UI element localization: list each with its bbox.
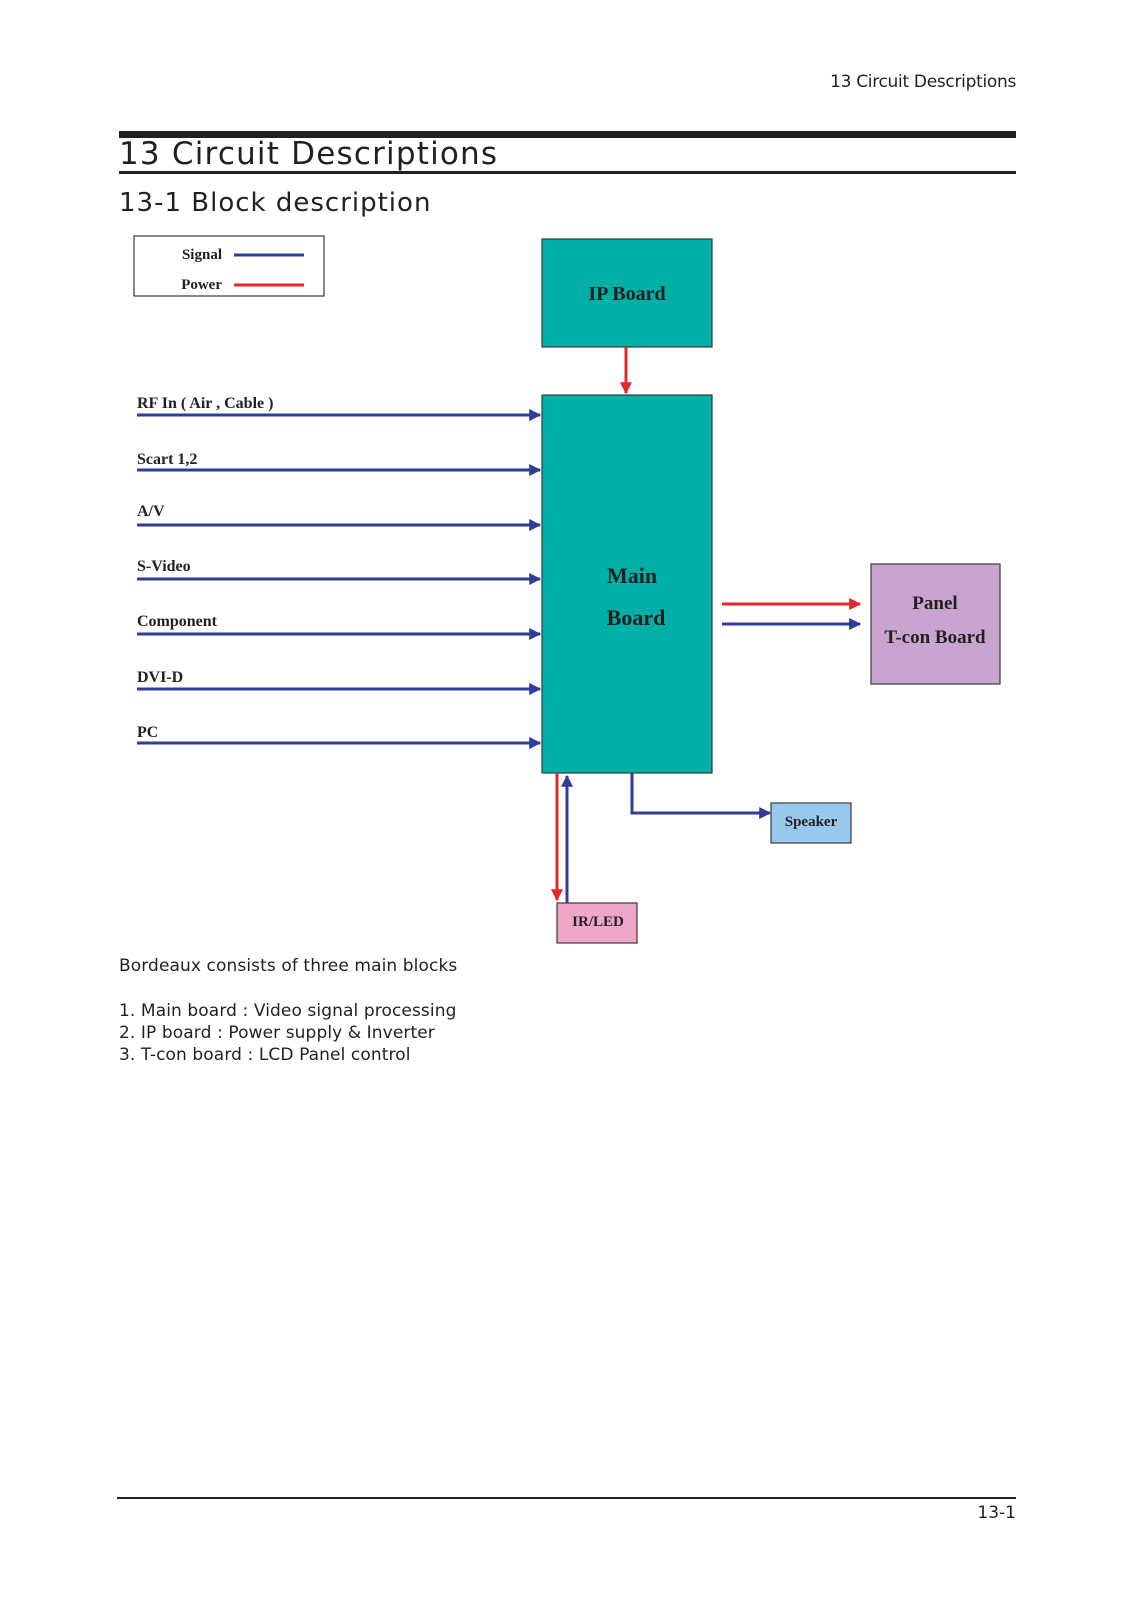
speaker-block: Speaker	[770, 802, 852, 844]
panel-tcon-box	[870, 563, 1001, 685]
main-board-label-line1: Main	[607, 563, 657, 588]
legend-power-label: Power	[181, 277, 222, 293]
block-diagram: Signal Power IP Board Main Board RF In (…	[133, 235, 1001, 944]
input-label-svideo: S-Video	[137, 558, 191, 575]
description-item: 2. IP board : Power supply & Inverter	[119, 1023, 435, 1043]
irled-label: IR/LED	[572, 914, 624, 930]
irled-block: IR/LED	[556, 902, 638, 944]
input-label-av: A/V	[137, 503, 165, 520]
description-item: 3. T-con board : LCD Panel control	[119, 1045, 411, 1065]
main-to-speaker-signal-arrow	[630, 773, 772, 819]
footer-rule	[117, 1497, 1016, 1499]
description-list: 1. Main board : Video signal processing …	[119, 1000, 456, 1066]
input-label-component: Component	[137, 613, 218, 630]
description-intro: Bordeaux consists of three main blocks	[119, 956, 458, 976]
description-item: 1. Main board : Video signal processing	[119, 1001, 457, 1021]
ip-board-block: IP Board	[541, 238, 713, 348]
input-label-scart: Scart 1,2	[137, 451, 197, 468]
speaker-label: Speaker	[785, 814, 838, 830]
panel-label-line2: T-con Board	[884, 627, 986, 648]
page-number: 13-1	[977, 1503, 1016, 1523]
ip-board-label: IP Board	[588, 283, 665, 305]
legend-signal-label: Signal	[182, 247, 222, 263]
panel-label-line1: Panel	[912, 593, 957, 614]
main-board-label-line2: Board	[607, 605, 666, 630]
main-board-block: Main Board	[541, 394, 713, 774]
panel-tcon-block: Panel T-con Board	[870, 563, 1001, 685]
input-label-rf: RF In ( Air , Cable )	[137, 395, 273, 412]
legend-box	[133, 235, 325, 297]
input-label-dvid: DVI-D	[137, 669, 183, 686]
input-signals: RF In ( Air , Cable ) Scart 1,2 A/V S-Vi…	[137, 395, 542, 749]
legend: Signal Power	[133, 235, 325, 297]
input-label-pc: PC	[137, 724, 158, 741]
